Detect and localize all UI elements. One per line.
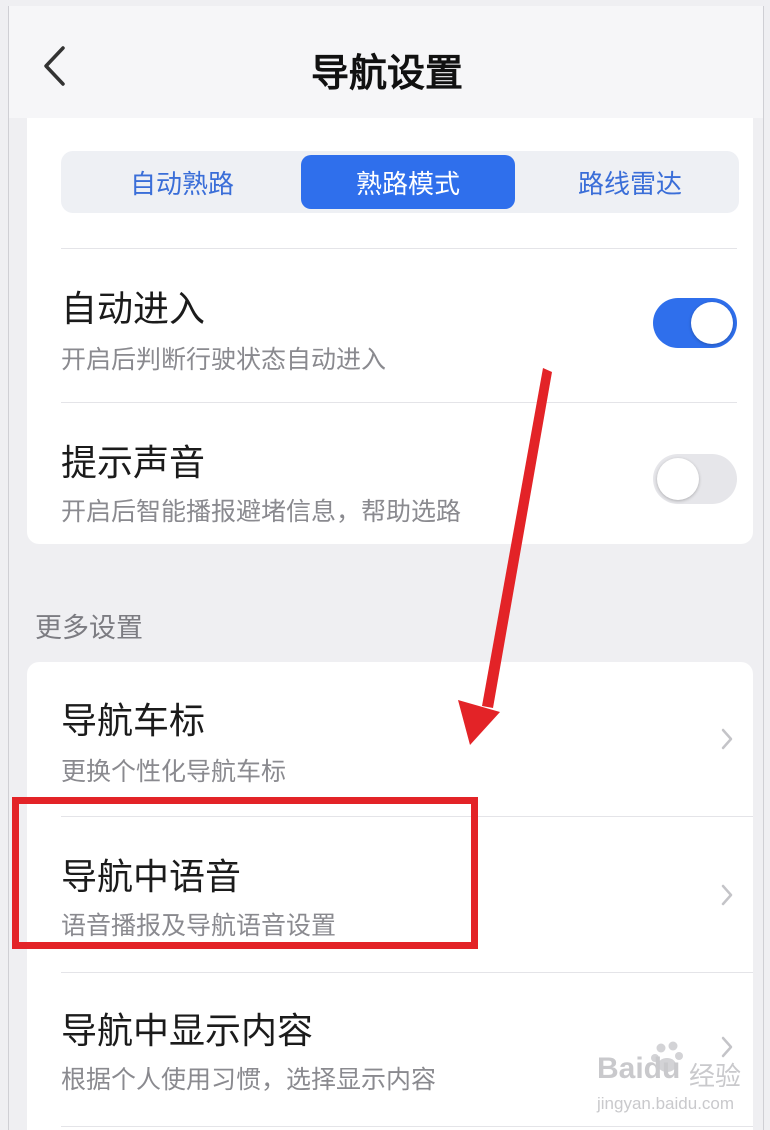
annotation-arrow-icon: [458, 368, 552, 745]
